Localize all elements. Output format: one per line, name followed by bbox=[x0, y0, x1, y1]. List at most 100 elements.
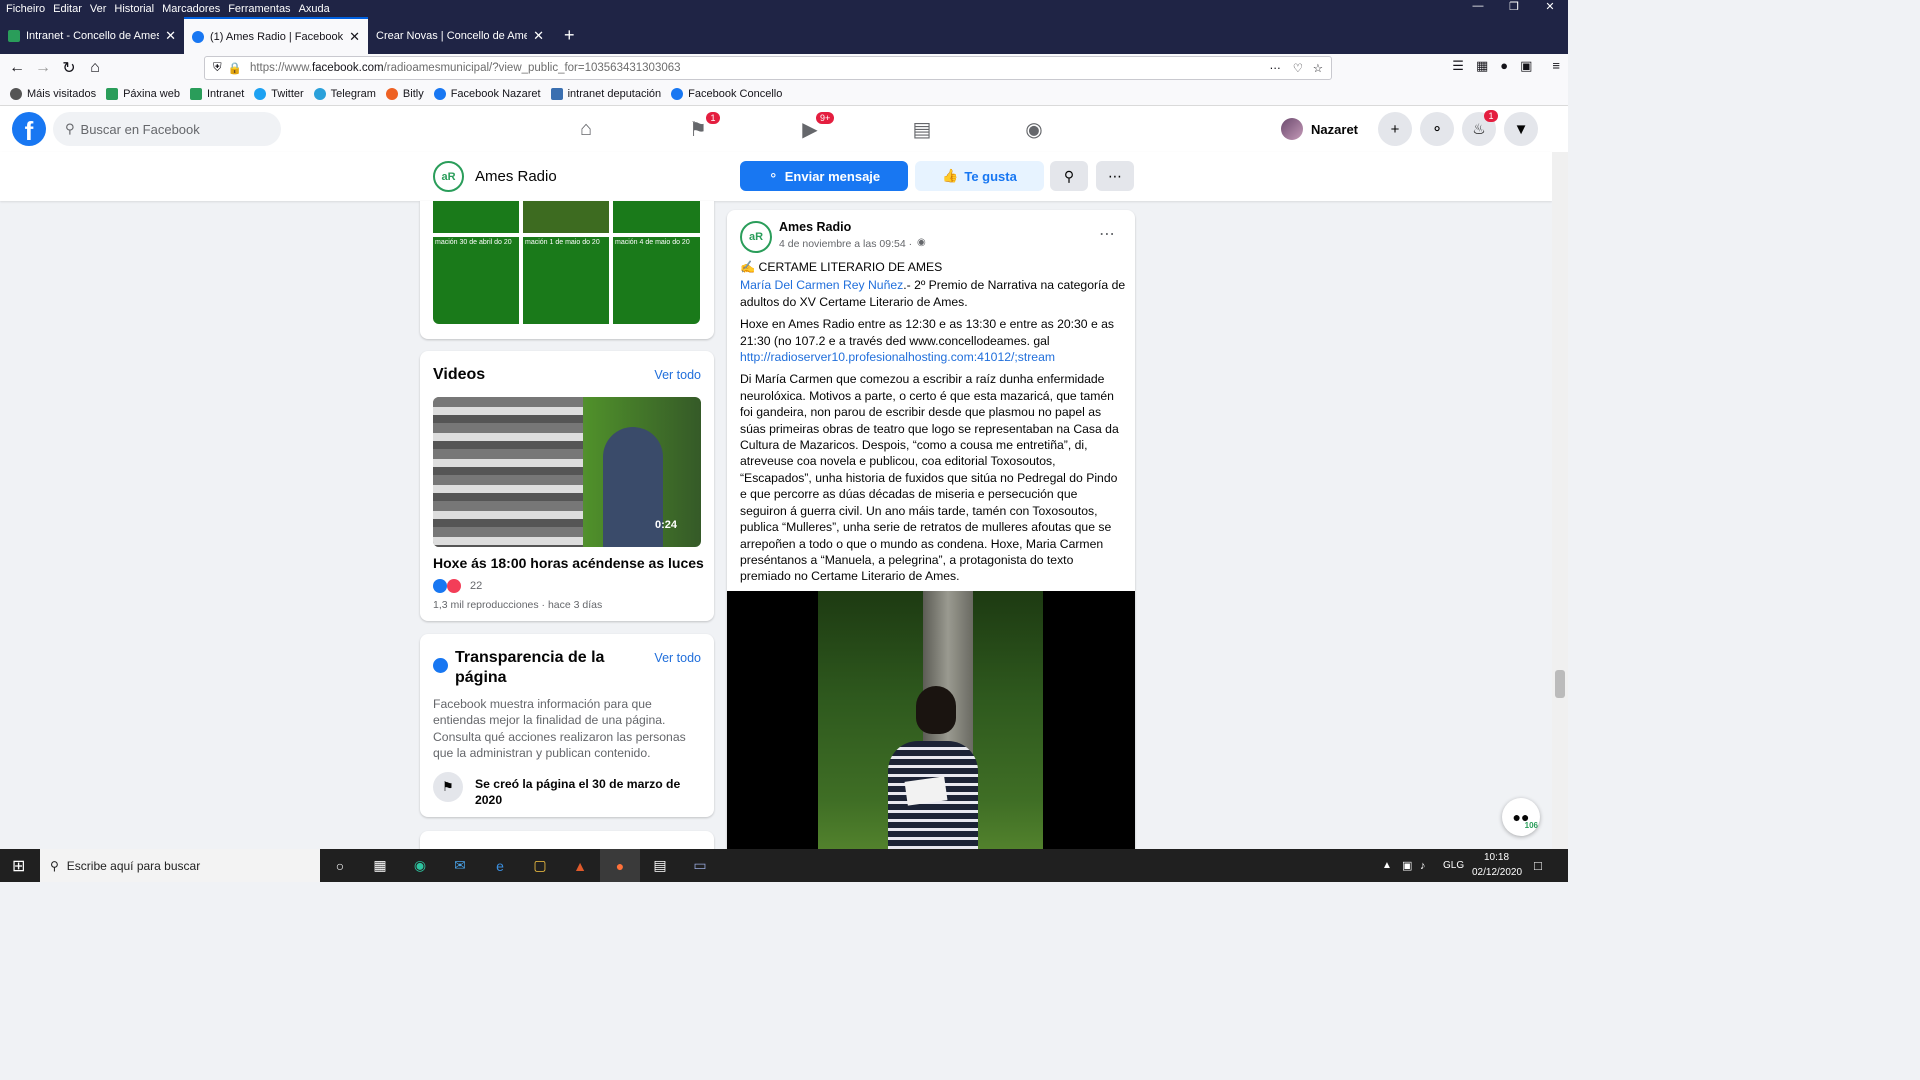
menu-bookmarks[interactable]: Marcadores bbox=[162, 3, 220, 15]
photo-thumbnail[interactable] bbox=[523, 201, 609, 233]
post-author[interactable]: Ames Radio bbox=[779, 220, 851, 234]
groups-icon[interactable]: ◉ bbox=[978, 106, 1090, 152]
bookmark-intranet-deputacion[interactable]: intranet deputación bbox=[550, 87, 661, 100]
close-tab-icon[interactable]: ✕ bbox=[349, 29, 360, 45]
bookmark-most-visited[interactable]: Máis visitados bbox=[10, 87, 96, 100]
pocket-icon[interactable]: ♡ bbox=[1293, 61, 1303, 75]
restore-icon[interactable]: ❐ bbox=[1496, 0, 1532, 13]
photo-thumbnail[interactable] bbox=[613, 201, 700, 233]
lock-icon[interactable]: 🔒 bbox=[228, 61, 242, 75]
video-thumbnail[interactable]: 0:24 bbox=[433, 397, 701, 547]
firefox-icon[interactable]: ● bbox=[600, 849, 640, 882]
close-tab-icon[interactable]: ✕ bbox=[165, 28, 176, 44]
tab-crear-novas[interactable]: Crear Novas | Concello de Ames ✕ bbox=[368, 17, 552, 54]
messenger-icon[interactable]: ⚬ bbox=[1420, 112, 1454, 146]
page-name[interactable]: Ames Radio bbox=[475, 168, 557, 185]
scrollbar-thumb[interactable] bbox=[1555, 670, 1565, 698]
home-nav-icon[interactable]: ⌂ bbox=[530, 106, 642, 152]
notifications-bell-icon[interactable]: ♨ 1 bbox=[1462, 110, 1498, 146]
post-mention-link[interactable]: María Del Carmen Rey Nuñez bbox=[740, 278, 903, 292]
create-plus-icon[interactable]: + bbox=[1378, 112, 1412, 146]
minimize-icon[interactable]: — bbox=[1460, 0, 1496, 13]
clock-time[interactable]: 10:18 bbox=[1484, 852, 1509, 863]
post-timestamp[interactable]: 4 de noviembre a las 09:54 · bbox=[779, 238, 912, 250]
facebook-search-input[interactable]: ⚲ Buscar en Facebook bbox=[53, 112, 281, 146]
windows-start-icon[interactable]: ⊞ bbox=[12, 856, 25, 876]
file-explorer-icon[interactable]: ▢ bbox=[520, 849, 560, 882]
network-icon[interactable]: ▣ bbox=[1402, 859, 1412, 872]
watch-video-icon[interactable]: ▶ 9+ bbox=[754, 106, 866, 152]
library-icon[interactable]: ☰ bbox=[1452, 58, 1464, 74]
bookmark-telegram[interactable]: Telegram bbox=[313, 87, 376, 100]
language-indicator[interactable]: GLG bbox=[1443, 860, 1464, 871]
reload-icon[interactable]: ↻ bbox=[56, 58, 82, 78]
edge-icon[interactable]: ◉ bbox=[400, 849, 440, 882]
cortana-icon[interactable]: ○ bbox=[320, 849, 360, 882]
user-name[interactable]: Nazaret bbox=[1311, 122, 1358, 137]
tab-facebook[interactable]: (1) Ames Radio | Facebook ✕ bbox=[184, 17, 368, 54]
new-tab-icon[interactable]: + bbox=[564, 25, 575, 46]
tray-chevron-icon[interactable]: ▲ bbox=[1382, 860, 1392, 871]
page-search-button[interactable]: ⚲ bbox=[1050, 161, 1088, 191]
home-icon[interactable]: ⌂ bbox=[82, 59, 108, 77]
app-icon[interactable]: ▭ bbox=[680, 849, 720, 882]
tab-intranet[interactable]: Intranet - Concello de Ames | A ✕ bbox=[0, 17, 184, 54]
pages-flag-icon[interactable]: ⚑ 1 bbox=[642, 106, 754, 152]
stream-link[interactable]: http://radioserver10.profesionalhosting.… bbox=[740, 350, 1055, 364]
bookmark-facebook-nazaret[interactable]: Facebook Nazaret bbox=[433, 87, 541, 100]
notepad-icon[interactable]: ▤ bbox=[640, 849, 680, 882]
bookmark-bitly[interactable]: Bitly bbox=[385, 87, 424, 100]
post-author-avatar[interactable]: aR bbox=[740, 221, 772, 253]
page-actions-icon[interactable]: ⋯ bbox=[1270, 61, 1282, 75]
mail-icon[interactable]: ✉ bbox=[440, 849, 480, 882]
menu-history[interactable]: Historial bbox=[114, 3, 154, 15]
post-video[interactable] bbox=[727, 591, 1135, 870]
transparency-see-all-link[interactable]: Ver todo bbox=[654, 651, 701, 665]
menu-help[interactable]: Axuda bbox=[299, 3, 330, 15]
shield-icon[interactable]: ⛨ bbox=[213, 62, 222, 75]
send-message-button[interactable]: ⚬ Enviar mensaje bbox=[740, 161, 908, 191]
facebook-logo-icon[interactable]: f bbox=[12, 112, 46, 146]
bookmark-facebook-concello[interactable]: Facebook Concello bbox=[671, 87, 782, 100]
address-bar[interactable]: ⛨ 🔒 https://www. facebook.com/radioamesmu… bbox=[204, 56, 1332, 80]
user-avatar[interactable] bbox=[1281, 118, 1304, 140]
account-icon[interactable]: ● bbox=[1500, 58, 1508, 74]
close-window-icon[interactable]: ✕ bbox=[1532, 0, 1568, 13]
menu-view[interactable]: Ver bbox=[90, 3, 107, 15]
hamburger-menu-icon[interactable]: ≡ bbox=[1552, 58, 1560, 74]
close-tab-icon[interactable]: ✕ bbox=[533, 28, 544, 44]
bookmark-web-page[interactable]: Páxina web bbox=[106, 87, 180, 100]
notifications-center-icon[interactable]: □ bbox=[1534, 858, 1542, 873]
account-dropdown-icon[interactable]: ▼ bbox=[1504, 112, 1538, 146]
post-options-icon[interactable]: ⋯ bbox=[1099, 224, 1115, 244]
back-icon[interactable]: ← bbox=[4, 59, 30, 77]
internet-explorer-icon[interactable]: e bbox=[480, 849, 520, 882]
ames-radio-logo[interactable]: aR bbox=[433, 161, 464, 192]
task-view-icon[interactable]: ▦ bbox=[360, 849, 400, 882]
contacts-chat-button[interactable]: ●● 106 bbox=[1502, 798, 1540, 836]
photo-thumbnail[interactable] bbox=[433, 201, 519, 233]
sidebar-icon[interactable]: ▦ bbox=[1476, 58, 1488, 74]
vlc-icon[interactable]: ▲ bbox=[560, 849, 600, 882]
photo-thumbnail[interactable]: mación 30 de abril do 20 bbox=[433, 237, 519, 324]
bookmark-intranet[interactable]: Intranet bbox=[189, 87, 244, 100]
taskbar-search-input[interactable]: ⚲ Escribe aquí para buscar bbox=[40, 849, 320, 882]
clock-date[interactable]: 02/12/2020 bbox=[1472, 867, 1522, 878]
photo-thumbnail[interactable]: mación 1 de maio do 20 bbox=[523, 237, 609, 324]
marketplace-icon[interactable]: ▤ bbox=[866, 106, 978, 152]
bookmark-star-icon[interactable]: ☆ bbox=[1313, 61, 1323, 75]
taskbar-search-placeholder: Escribe aquí para buscar bbox=[66, 858, 201, 873]
photo-thumbnail[interactable]: mación 4 de maio do 20 bbox=[613, 237, 700, 324]
extension-icon[interactable]: ▣ bbox=[1520, 58, 1532, 74]
page-scrollbar[interactable] bbox=[1552, 152, 1568, 849]
menu-file[interactable]: Ficheiro bbox=[6, 3, 45, 15]
more-options-button[interactable]: ⋯ bbox=[1096, 161, 1134, 191]
reaction-count[interactable]: 22 bbox=[470, 580, 482, 592]
menu-tools[interactable]: Ferramentas bbox=[228, 3, 290, 15]
volume-icon[interactable]: ♪ bbox=[1420, 860, 1426, 872]
forward-icon[interactable]: → bbox=[30, 59, 56, 77]
like-button[interactable]: 👍 Te gusta bbox=[915, 161, 1044, 191]
menu-edit[interactable]: Editar bbox=[53, 3, 82, 15]
bookmark-twitter[interactable]: Twitter bbox=[254, 87, 304, 100]
videos-see-all-link[interactable]: Ver todo bbox=[654, 368, 701, 382]
